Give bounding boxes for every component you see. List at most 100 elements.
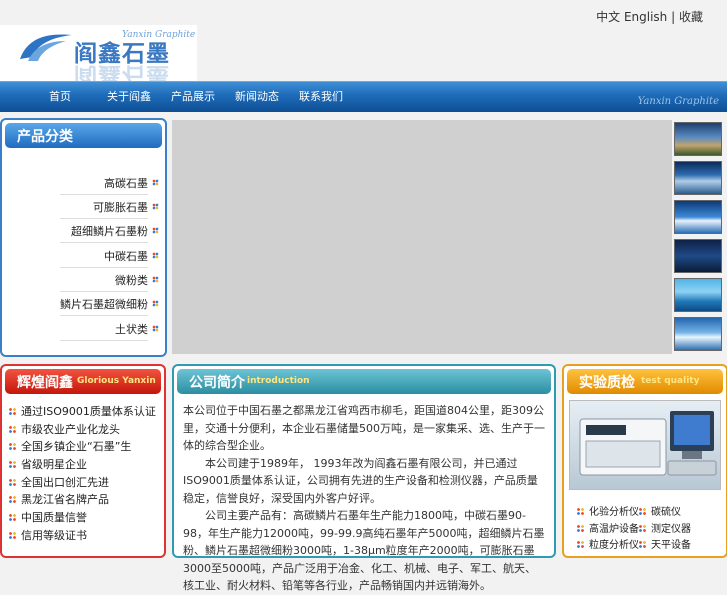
bullet-icon — [152, 203, 159, 210]
glory-item-label: 省级明星企业 — [21, 458, 87, 471]
bullet-icon — [8, 407, 17, 416]
glory-title-en: Glorious Yanxin — [77, 376, 156, 386]
category-item[interactable]: 中碳石墨 — [60, 244, 159, 268]
quality-item-label: 高温炉设备 — [589, 524, 639, 535]
bullet-icon — [8, 495, 17, 504]
glory-title: 辉煌阎鑫 — [17, 375, 73, 391]
glory-item-label: 信用等级证书 — [21, 529, 87, 542]
category-label: 鳞片石墨超微细粉 — [60, 298, 148, 311]
quality-item[interactable]: 测定仪器 — [638, 520, 691, 535]
glory-item[interactable]: 全国出口创汇先进 — [8, 474, 109, 492]
bullet-icon — [152, 300, 159, 307]
category-item[interactable]: 土状类 — [60, 317, 159, 341]
glory-item[interactable]: 通过ISO9001质量体系认证 — [8, 403, 156, 421]
logo-text-reflection: 阎鑫石墨 — [74, 62, 170, 82]
category-label: 土状类 — [115, 323, 148, 336]
intro-title-en: introduction — [247, 376, 310, 386]
thumbnail-4[interactable] — [674, 239, 722, 273]
thumbnail-1[interactable] — [674, 122, 722, 156]
nav-products[interactable]: 产品展示 — [171, 82, 215, 112]
bullet-icon — [152, 227, 159, 234]
bullet-icon — [576, 524, 585, 533]
glory-item[interactable]: 市级农业产业化龙头 — [8, 421, 120, 439]
bullet-icon — [638, 524, 647, 533]
lang-cn-link[interactable]: 中文 — [596, 10, 620, 24]
nav-news[interactable]: 新闻动态 — [235, 82, 279, 112]
analyzer-illustration — [579, 411, 717, 476]
category-item[interactable]: 超细鳞片石墨粉 — [60, 219, 159, 243]
quality-title-bar: 实验质检 test quality — [567, 369, 723, 394]
quality-title-en: test quality — [641, 376, 700, 386]
bullet-icon — [638, 507, 647, 516]
quality-item-label: 天平设备 — [651, 540, 691, 551]
bullet-icon — [8, 425, 17, 434]
glory-item[interactable]: 省级明星企业 — [8, 456, 87, 474]
category-panel: 产品分类 高碳石墨 可膨胀石墨 超细鳞片石墨粉 中碳石墨 微粉类 鳞片石墨超微细… — [0, 118, 167, 357]
bullet-icon — [152, 179, 159, 186]
banner-slideshow[interactable] — [172, 120, 672, 354]
quality-item[interactable]: 粒度分析仪 — [576, 536, 639, 551]
quality-panel: 实验质检 test quality 化验分析仪 碳硫仪 高温炉设备 测定仪器 粒… — [562, 364, 727, 558]
glory-title-bar: 辉煌阎鑫 Glorious Yanxin — [5, 369, 161, 394]
quality-item-label: 化验分析仪 — [589, 507, 639, 518]
nav-contact[interactable]: 联系我们 — [299, 82, 343, 112]
quality-item-label: 碳硫仪 — [651, 507, 681, 518]
glory-item-label: 市级农业产业化龙头 — [21, 423, 120, 436]
bullet-icon — [152, 252, 159, 259]
category-label: 微粉类 — [115, 274, 148, 287]
quality-item[interactable]: 天平设备 — [638, 536, 691, 551]
thumbnail-2[interactable] — [674, 161, 722, 195]
main-nav: 首页 关于阎鑫 产品展示 新闻动态 联系我们 Yanxin Graphite — [0, 81, 727, 112]
intro-paragraph: 本公司建于1989年， 1993年改为阎鑫石墨有限公司，并已通过ISO9001质… — [183, 456, 538, 505]
quality-item-label: 粒度分析仪 — [589, 540, 639, 551]
lang-en-link[interactable]: English — [624, 10, 667, 24]
thumbnail-6[interactable] — [674, 317, 722, 351]
category-item[interactable]: 鳞片石墨超微细粉 — [60, 292, 159, 316]
glory-item[interactable]: 信用等级证书 — [8, 527, 87, 545]
language-links: 中文 English | 收藏 — [596, 8, 703, 25]
bullet-icon — [8, 442, 17, 451]
glory-item-label: 通过ISO9001质量体系认证 — [21, 405, 156, 418]
quality-title: 实验质检 — [579, 375, 635, 391]
quality-item[interactable]: 化验分析仪 — [576, 503, 639, 518]
nav-about[interactable]: 关于阎鑫 — [107, 82, 151, 112]
glory-item[interactable]: 中国质量信誉 — [8, 509, 87, 527]
nav-home[interactable]: 首页 — [49, 82, 71, 112]
quality-item[interactable]: 高温炉设备 — [576, 520, 639, 535]
glory-item-label: 中国质量信誉 — [21, 511, 87, 524]
intro-title-bar: 公司简介 introduction — [177, 369, 551, 394]
glory-item[interactable]: 黑龙江省名牌产品 — [8, 491, 109, 509]
intro-paragraph: 本公司位于中国石墨之都黑龙江省鸡西市柳毛，距国道804公里，距309公里，交通十… — [183, 404, 545, 452]
glory-item-label: 全国出口创汇先进 — [21, 476, 109, 489]
bullet-icon — [8, 460, 17, 469]
category-title: 产品分类 — [17, 129, 73, 145]
category-item[interactable]: 高碳石墨 — [60, 171, 159, 195]
intro-panel: 公司简介 introduction 本公司位于中国石墨之都黑龙江省鸡西市柳毛，距… — [172, 364, 556, 592]
category-item[interactable]: 微粉类 — [60, 268, 159, 292]
bullet-icon — [152, 276, 159, 283]
category-label: 可膨胀石墨 — [93, 201, 148, 214]
intro-text: 本公司位于中国石墨之都黑龙江省鸡西市柳毛，距国道804公里，距309公里，交通十… — [183, 402, 545, 595]
intro-paragraph: 公司主要产品有：高碳鳞片石墨年生产能力1800吨，中碳石墨90-98，年生产能力… — [183, 509, 545, 592]
nav-brand-text: Yanxin Graphite — [637, 96, 719, 107]
bullet-icon — [8, 478, 17, 487]
glory-item[interactable]: 全国乡镇企业“石墨”生 — [8, 438, 131, 456]
lang-separator: | — [671, 10, 676, 24]
bullet-icon — [576, 507, 585, 516]
thumbnail-3[interactable] — [674, 200, 722, 234]
thumbnail-5[interactable] — [674, 278, 722, 312]
category-label: 超细鳞片石墨粉 — [71, 225, 148, 238]
logo-wave-icon — [20, 34, 72, 61]
category-item[interactable]: 可膨胀石墨 — [60, 195, 159, 219]
category-title-bar: 产品分类 — [5, 123, 162, 148]
logo-text-en: Yanxin Graphite — [122, 30, 196, 40]
category-label: 中碳石墨 — [104, 250, 148, 263]
category-label: 高碳石墨 — [104, 177, 148, 190]
glory-item-label: 全国乡镇企业“石墨”生 — [21, 440, 132, 453]
bookmark-link[interactable]: 收藏 — [679, 10, 703, 24]
lab-equipment-image[interactable] — [569, 400, 721, 490]
glory-panel: 辉煌阎鑫 Glorious Yanxin 通过ISO9001质量体系认证 市级农… — [0, 364, 166, 558]
quality-item[interactable]: 碳硫仪 — [638, 503, 681, 518]
site-logo[interactable]: 阎鑫石墨 阎鑫石墨 Yanxin Graphite — [0, 25, 197, 82]
bullet-icon — [8, 513, 17, 522]
